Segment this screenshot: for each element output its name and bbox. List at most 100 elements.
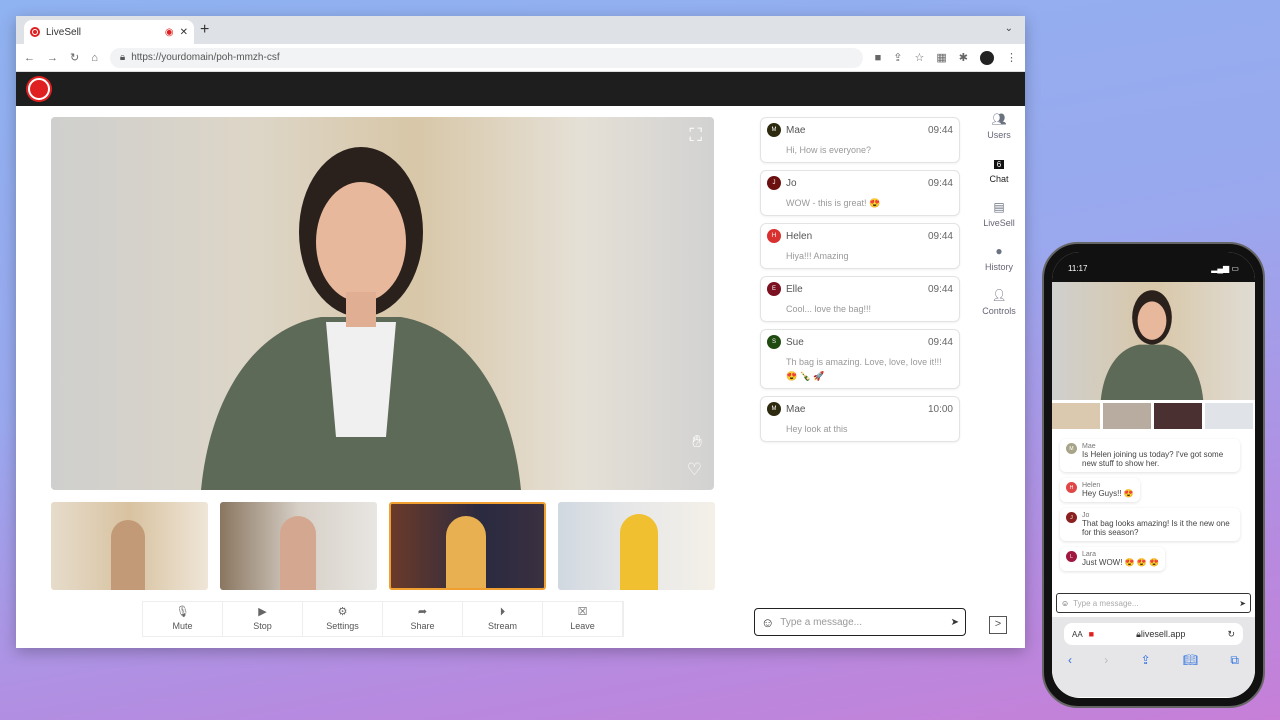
phone-message-input[interactable]: ☺ Type a message... ➤: [1056, 593, 1251, 613]
participant-video[interactable]: [1205, 403, 1253, 429]
stop-button[interactable]: ▶︎ Stop: [223, 602, 303, 636]
placeholder: Type a message...: [1073, 598, 1139, 608]
phone-status-bar: 11:17 ▂▄▆ ▭: [1052, 252, 1255, 282]
chevron-down-icon[interactable]: ⌄: [1005, 23, 1013, 34]
store-icon: ▤: [993, 200, 1005, 214]
url-input[interactable]: 🔒︎ https://yourdomain/poh-mmzh-csf: [109, 47, 863, 68]
avatar: M: [767, 123, 781, 137]
recording-icon: ■: [1088, 629, 1095, 639]
participant-video[interactable]: [51, 502, 208, 590]
lock-icon: 🔒︎: [119, 52, 126, 63]
phone-thumbnails: [1052, 403, 1255, 429]
sidebar-item-users[interactable]: 👥︎ Users: [976, 111, 1022, 155]
participant-video[interactable]: [1052, 403, 1100, 429]
message-text: That bag looks amazing! Is it the new on…: [1082, 519, 1230, 537]
url-text: livesell.app: [1140, 628, 1186, 639]
chat-message: M Mae 09:44 Hi, How is everyone?: [760, 117, 960, 163]
participant-video-active[interactable]: [389, 502, 546, 590]
label: Mute: [172, 621, 193, 631]
sidebar-item-controls[interactable]: 👤︎ Controls: [976, 287, 1022, 331]
mic-icon: 🎙︎: [175, 606, 190, 618]
avatar: M: [1066, 443, 1077, 454]
raise-hand-icon[interactable]: ✋︎: [692, 432, 702, 452]
url-text: https://yourdomain/poh-mmzh-csf: [131, 52, 280, 63]
recording-icon: ◉: [164, 26, 174, 38]
phone-mockup: 11:17 ▂▄▆ ▭ M Mae Is Helen joining us today…: [1042, 242, 1265, 708]
fullscreen-icon[interactable]: ⛶: [689, 125, 702, 146]
close-icon: ☒: [577, 606, 588, 618]
avatar: H: [767, 229, 781, 243]
heart-icon[interactable]: ♡: [687, 460, 702, 480]
participant-video[interactable]: [1103, 403, 1151, 429]
message-time: 09:44: [927, 230, 953, 242]
share-button[interactable]: ➦ Share: [383, 602, 463, 636]
new-tab-icon[interactable]: +: [200, 21, 209, 39]
avatar: J: [767, 176, 781, 190]
bookmarks-icon[interactable]: 📖︎: [1183, 653, 1198, 668]
forward-icon[interactable]: →: [47, 52, 58, 64]
back-icon[interactable]: ←: [24, 52, 35, 64]
share-page-icon[interactable]: ⇪: [893, 51, 902, 64]
forward-icon[interactable]: ›: [1104, 653, 1108, 668]
leave-button[interactable]: ☒ Leave: [543, 602, 623, 636]
browser-window: LiveSell ◉ ✕ + ⌄ ← → ↻ ⌂ 🔒︎ https://yourdomain…: [16, 16, 1025, 648]
menu-icon[interactable]: ⋮: [1006, 51, 1017, 64]
send-icon[interactable]: ➤: [1239, 599, 1246, 608]
camera-icon[interactable]: ■: [875, 52, 882, 64]
tab-bar: LiveSell ◉ ✕ + ⌄: [16, 16, 1025, 44]
chat-list: M Mae 09:44 Hi, How is everyone? J Jo 09:44 WOW…: [760, 117, 960, 449]
message-input[interactable]: ☺ Type a message... ➤: [754, 608, 966, 636]
star-icon[interactable]: ☆: [915, 51, 925, 64]
back-icon[interactable]: ‹: [1068, 653, 1072, 668]
label: Settings: [326, 621, 359, 631]
mute-button[interactable]: 🎙︎ Mute: [143, 602, 223, 636]
send-icon[interactable]: ➤: [951, 617, 959, 628]
phone-main-video: [1052, 282, 1255, 400]
profile-avatar[interactable]: [980, 50, 994, 65]
emoji-icon[interactable]: ☺: [1061, 599, 1069, 608]
sidebar-item-chat[interactable]: 6 Chat: [976, 155, 1022, 199]
label: Stop: [253, 621, 272, 631]
collapse-panel-button[interactable]: >: [989, 616, 1007, 634]
tabs-icon[interactable]: ⧉: [1230, 653, 1239, 668]
label: Share: [410, 621, 435, 631]
sender-name: Jo: [786, 177, 797, 189]
participant-video[interactable]: [558, 502, 715, 590]
message-time: 09:44: [927, 336, 953, 348]
safari-address-bar[interactable]: AA ■ 🔒︎livesell.app ↻: [1064, 623, 1243, 645]
close-tab-icon[interactable]: ✕: [180, 27, 188, 38]
share-icon[interactable]: ⇪: [1141, 653, 1151, 668]
extension-icon[interactable]: ▦: [936, 51, 946, 64]
puzzle-icon[interactable]: ✱: [959, 51, 968, 64]
presenter-image: [201, 147, 521, 490]
stream-button[interactable]: ⏵ Stream: [463, 602, 543, 636]
reload-icon[interactable]: ↻: [1227, 629, 1235, 640]
address-bar: ← → ↻ ⌂ 🔒︎ https://yourdomain/poh-mmzh-csf ■…: [16, 44, 1025, 72]
sidebar-item-livesell[interactable]: ▤ LiveSell: [976, 199, 1022, 243]
chat-message: H Helen 09:44 Hiya!!! Amazing: [760, 223, 960, 269]
sender-name: Helen: [786, 230, 813, 242]
participant-thumbnails: [51, 502, 715, 590]
home-icon[interactable]: ⌂: [91, 52, 98, 64]
participant-video[interactable]: [220, 502, 377, 590]
message-text: Hiya!!! Amazing: [786, 251, 849, 261]
participant-video[interactable]: [1154, 403, 1202, 429]
avatar: J: [1066, 512, 1077, 523]
presenter-image: [1100, 290, 1204, 400]
avatar: E: [767, 282, 781, 296]
video-icon: ▶︎: [258, 606, 267, 618]
emoji-icon[interactable]: ☺: [761, 615, 774, 630]
sender-name: Helen: [1082, 482, 1101, 489]
battery-icon: ▂▄▆ ▭: [1211, 264, 1239, 273]
browser-tab[interactable]: LiveSell ◉ ✕: [24, 20, 194, 44]
reload-icon[interactable]: ↻: [70, 51, 79, 64]
sender-name: Mae: [1082, 443, 1096, 450]
chat-badge: 6: [993, 160, 1005, 169]
text-size-button[interactable]: AA: [1072, 630, 1083, 639]
settings-button[interactable]: ⚙︎ Settings: [303, 602, 383, 636]
phone-url: 🔒︎livesell.app: [1136, 628, 1186, 639]
sender-name: Lara: [1082, 551, 1097, 558]
avatar: S: [767, 335, 781, 349]
chat-message: L Lara Just WOW! 😍 😍 😍: [1060, 547, 1165, 571]
sidebar-item-history[interactable]: ● History: [976, 243, 1022, 287]
